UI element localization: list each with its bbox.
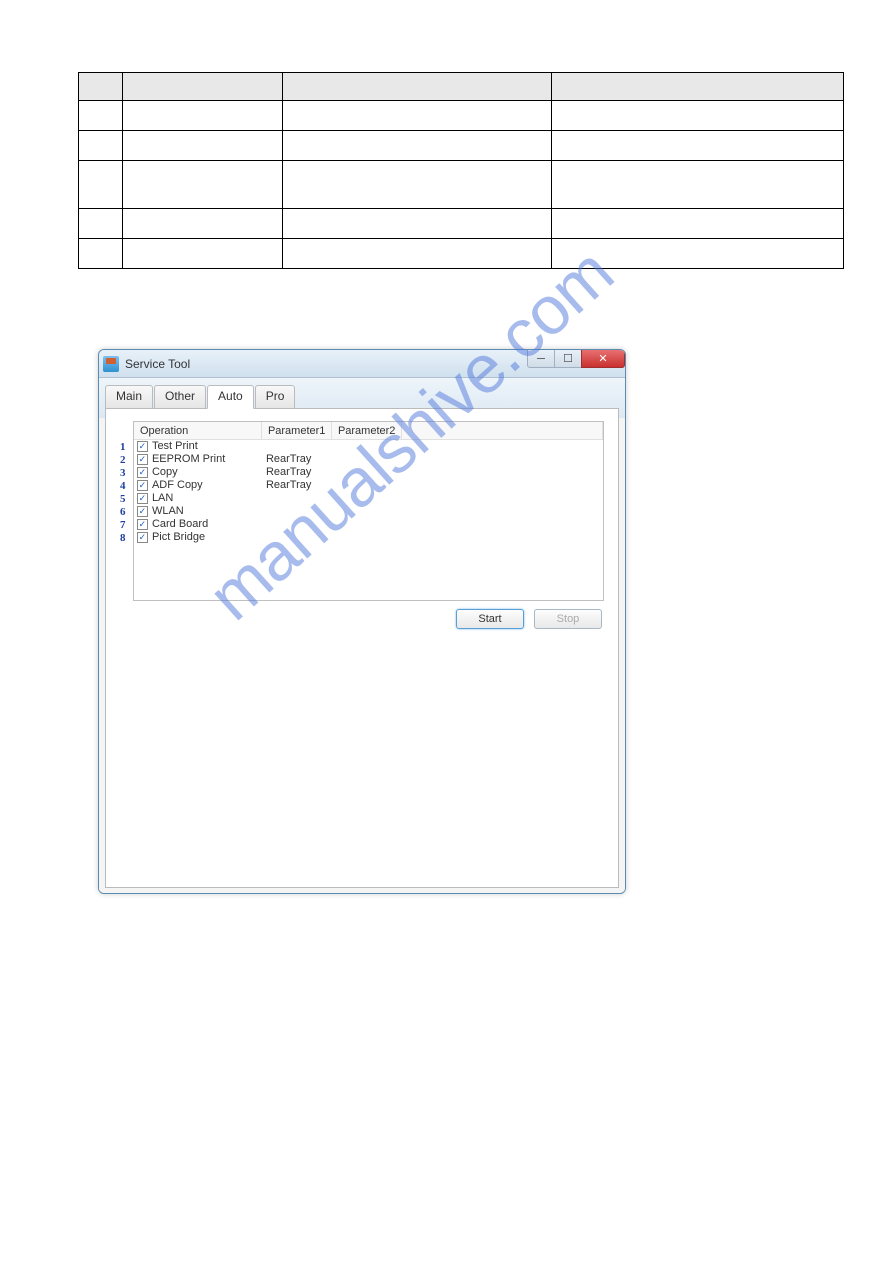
list-row[interactable]: ✓ WLAN [134, 505, 603, 518]
param1-cell: RearTray [262, 466, 332, 479]
row-number: 8 [120, 532, 131, 545]
list-row[interactable]: ✓ LAN [134, 492, 603, 505]
param2-cell [332, 531, 402, 544]
param1-cell [262, 518, 332, 531]
param2-cell [332, 518, 402, 531]
window-controls: ─ ☐ ✕ [528, 350, 625, 370]
row-number: 3 [120, 467, 131, 480]
op-label: Card Board [152, 518, 208, 531]
row-number: 4 [120, 480, 131, 493]
titlebar[interactable]: Service Tool ─ ☐ ✕ [99, 350, 625, 378]
op-label: EEPROM Print [152, 453, 225, 466]
op-label: Copy [152, 466, 178, 479]
list-row[interactable]: ✓ ADF Copy RearTray [134, 479, 603, 492]
row-numbers: 1 2 3 4 5 6 7 8 [120, 421, 131, 601]
close-button[interactable]: ✕ [581, 350, 625, 368]
minimize-button[interactable]: ─ [527, 350, 555, 368]
top-table [78, 72, 844, 269]
app-icon [103, 356, 119, 372]
stop-button: Stop [534, 609, 602, 629]
tab-pro[interactable]: Pro [255, 385, 296, 409]
op-label: ADF Copy [152, 479, 203, 492]
checkbox[interactable]: ✓ [137, 454, 148, 465]
operation-list[interactable]: Operation Parameter1 Parameter2 ✓ Test Pr… [133, 421, 604, 601]
list-row[interactable]: ✓ Card Board [134, 518, 603, 531]
op-label: Pict Bridge [152, 531, 205, 544]
list-row[interactable]: ✓ Pict Bridge [134, 531, 603, 544]
param1-cell [262, 492, 332, 505]
param1-cell [262, 531, 332, 544]
param1-cell [262, 505, 332, 518]
param2-cell [332, 466, 402, 479]
checkbox[interactable]: ✓ [137, 493, 148, 504]
tab-other[interactable]: Other [154, 385, 206, 409]
list-header: Operation Parameter1 Parameter2 [134, 422, 603, 440]
header-rest [402, 422, 603, 439]
window-title: Service Tool [125, 357, 190, 371]
param1-cell: RearTray [262, 479, 332, 492]
tab-auto[interactable]: Auto [207, 385, 254, 409]
list-row[interactable]: ✓ Test Print [134, 440, 603, 453]
tab-main[interactable]: Main [105, 385, 153, 409]
tab-content-auto: 1 2 3 4 5 6 7 8 Operation Parameter1 Par… [105, 408, 619, 888]
header-parameter2[interactable]: Parameter2 [332, 422, 402, 439]
param1-cell [262, 440, 332, 453]
row-number: 2 [120, 454, 131, 467]
row-number: 1 [120, 441, 131, 454]
param2-cell [332, 453, 402, 466]
checkbox[interactable]: ✓ [137, 441, 148, 452]
header-operation[interactable]: Operation [134, 422, 262, 439]
checkbox[interactable]: ✓ [137, 467, 148, 478]
row-number: 7 [120, 519, 131, 532]
checkbox[interactable]: ✓ [137, 506, 148, 517]
param2-cell [332, 492, 402, 505]
param2-cell [332, 505, 402, 518]
checkbox[interactable]: ✓ [137, 532, 148, 543]
list-row[interactable]: ✓ Copy RearTray [134, 466, 603, 479]
maximize-button[interactable]: ☐ [554, 350, 582, 368]
checkbox[interactable]: ✓ [137, 519, 148, 530]
param2-cell [332, 440, 402, 453]
list-body: ✓ Test Print ✓ EEPROM Print RearTray ✓ Copy… [134, 440, 603, 600]
op-label: Test Print [152, 440, 198, 453]
action-bar: Start Stop [120, 609, 604, 629]
window-body: Main Other Auto Pro 1 2 3 4 5 6 7 8 [99, 378, 625, 893]
list-row[interactable]: ✓ EEPROM Print RearTray [134, 453, 603, 466]
op-label: LAN [152, 492, 173, 505]
row-number: 5 [120, 493, 131, 506]
op-label: WLAN [152, 505, 184, 518]
header-parameter1[interactable]: Parameter1 [262, 422, 332, 439]
service-tool-window: Service Tool ─ ☐ ✕ Main Other Auto Pro 1… [98, 349, 626, 894]
start-button[interactable]: Start [456, 609, 524, 629]
param1-cell: RearTray [262, 453, 332, 466]
tab-strip: Main Other Auto Pro [105, 384, 619, 408]
checkbox[interactable]: ✓ [137, 480, 148, 491]
param2-cell [332, 479, 402, 492]
row-number: 6 [120, 506, 131, 519]
